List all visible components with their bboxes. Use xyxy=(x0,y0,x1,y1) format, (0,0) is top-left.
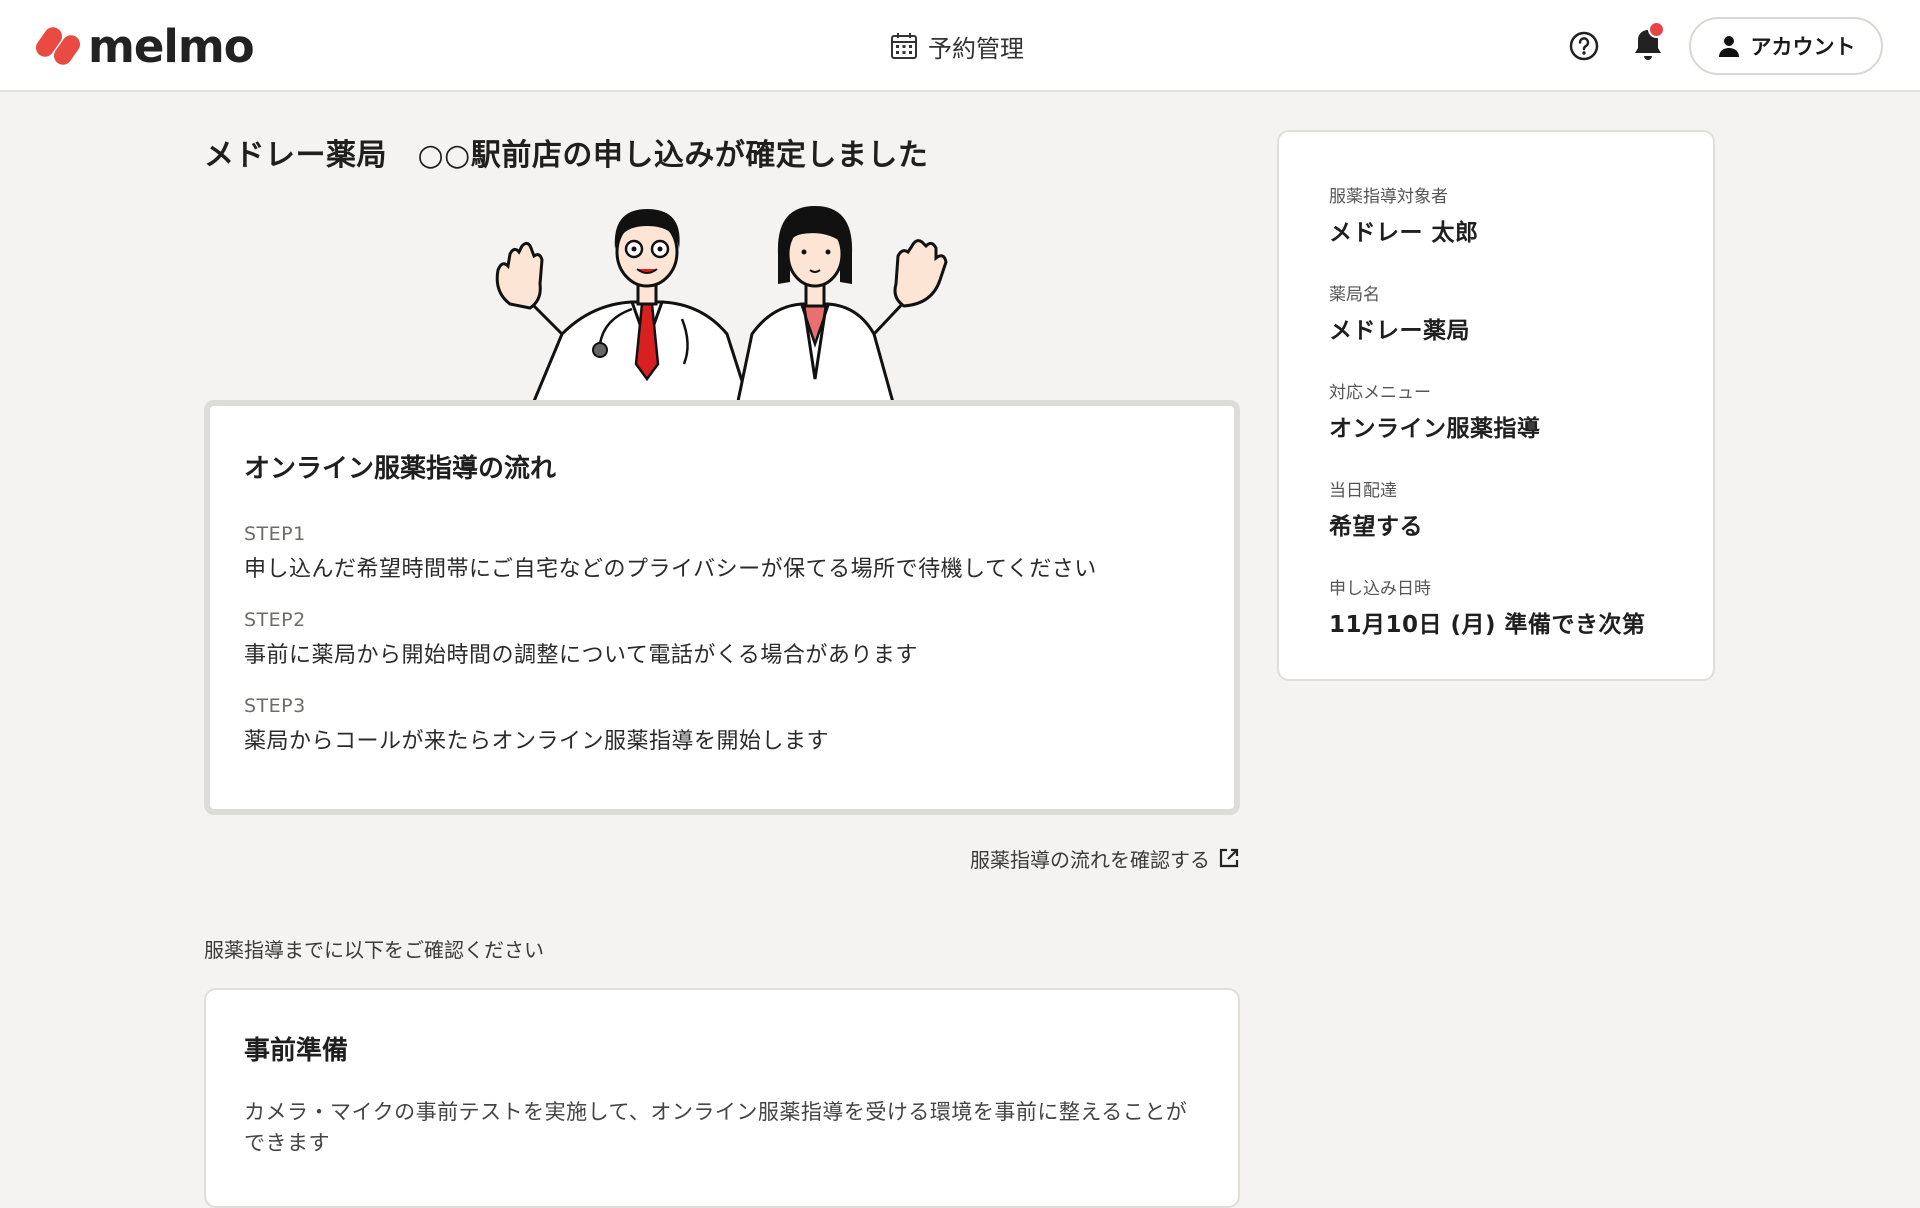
summary-label: 申し込み日時 xyxy=(1329,579,1431,599)
nav-reservation-management[interactable]: 予約管理 xyxy=(890,26,1024,66)
summary-item-pharmacy: 薬局名 メドレー薬局 xyxy=(1329,280,1713,345)
step-text: 申し込んだ希望時間帯にご自宅などのプライバシーが保てる場所で待機してください xyxy=(244,557,1097,582)
reservation-summary-card: 服薬指導対象者 メドレー 太郎 薬局名 メドレー薬局 対応メニュー オンライン服… xyxy=(1277,130,1715,681)
step-item: STEP1 申し込んだ希望時間帯にご自宅などのプライバシーが保てる場所で待機して… xyxy=(244,523,1200,583)
summary-value: オンライン服薬指導 xyxy=(1329,416,1541,442)
online-guidance-flow-card: オンライン服薬指導の流れ STEP1 申し込んだ希望時間帯にご自宅などのプライバ… xyxy=(204,400,1240,815)
logo-text: melmo xyxy=(88,19,255,73)
page-title: メドレー薬局 ○○駅前店の申し込みが確定しました xyxy=(204,138,929,173)
summary-label: 薬局名 xyxy=(1329,285,1380,305)
notification-badge xyxy=(1648,21,1665,38)
preparation-heading: 事前準備 xyxy=(244,1036,349,1066)
step-item: STEP2 事前に薬局から開始時間の調整について電話がくる場合があります xyxy=(244,609,1200,669)
help-icon[interactable] xyxy=(1568,30,1600,62)
step-label: STEP3 xyxy=(244,695,306,717)
summary-item-application-datetime: 申し込み日時 11月10日 (月) 準備でき次第 xyxy=(1329,574,1713,639)
summary-value: 希望する xyxy=(1329,514,1423,540)
account-button[interactable]: アカウント xyxy=(1689,17,1883,75)
step-label: STEP2 xyxy=(244,609,306,631)
step-text: 薬局からコールが来たらオンライン服薬指導を開始します xyxy=(244,729,830,754)
account-label: アカウント xyxy=(1750,35,1856,59)
flow-heading: オンライン服薬指導の流れ xyxy=(244,454,557,484)
step-item: STEP3 薬局からコールが来たらオンライン服薬指導を開始します xyxy=(244,695,1200,755)
summary-value: 11月10日 (月) 準備でき次第 xyxy=(1329,612,1646,638)
summary-label: 服薬指導対象者 xyxy=(1329,187,1448,207)
check-flow-link[interactable]: 服薬指導の流れを確認する xyxy=(900,843,1240,873)
melmo-logo[interactable]: melmo xyxy=(34,19,255,73)
summary-label: 当日配達 xyxy=(1329,481,1397,501)
nav-reservation-label: 予約管理 xyxy=(928,34,1024,63)
calendar-icon xyxy=(891,33,917,59)
external-link-icon xyxy=(1219,848,1239,868)
summary-value: メドレー薬局 xyxy=(1329,318,1470,344)
pharmacist-illustration xyxy=(495,206,948,406)
preparation-card[interactable]: 事前準備 カメラ・マイクの事前テストを実施して、オンライン服薬指導を受ける環境を… xyxy=(204,988,1240,1208)
summary-label: 対応メニュー xyxy=(1329,383,1431,403)
summary-item-menu: 対応メニュー オンライン服薬指導 xyxy=(1329,378,1713,443)
confirm-before-guidance-heading: 服薬指導までに以下をご確認ください xyxy=(204,938,544,962)
top-header: melmo 予約管理 アカウント xyxy=(0,0,1920,92)
summary-value: メドレー 太郎 xyxy=(1329,220,1479,246)
user-icon xyxy=(1718,36,1739,57)
melmo-logo-mark-icon xyxy=(35,27,81,65)
preparation-text: カメラ・マイクの事前テストを実施して、オンライン服薬指導を受ける環境を事前に整え… xyxy=(244,1100,1188,1155)
summary-item-same-day-delivery: 当日配達 希望する xyxy=(1329,476,1713,541)
check-flow-link-label: 服薬指導の流れを確認する xyxy=(970,847,1210,872)
summary-item-patient: 服薬指導対象者 メドレー 太郎 xyxy=(1329,182,1713,247)
step-text: 事前に薬局から開始時間の調整について電話がくる場合があります xyxy=(244,643,918,668)
step-label: STEP1 xyxy=(244,523,306,545)
